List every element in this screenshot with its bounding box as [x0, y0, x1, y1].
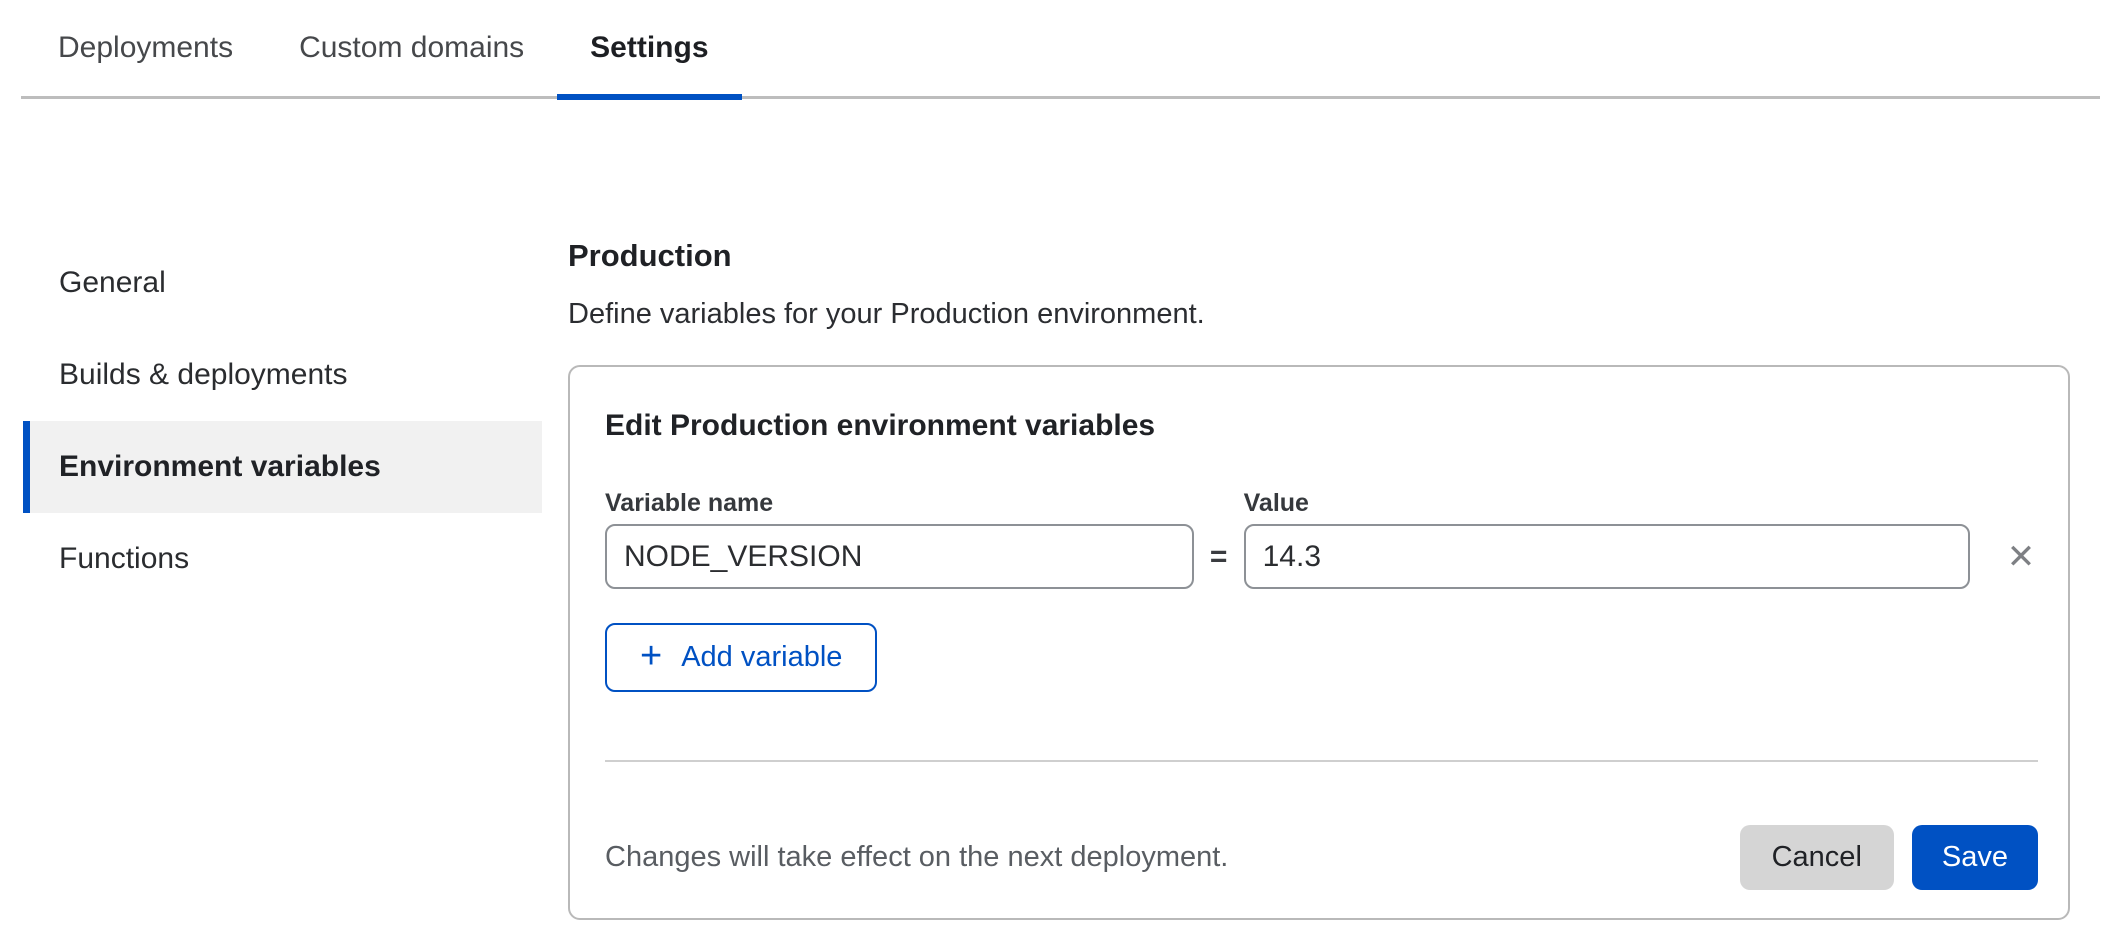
tab-settings[interactable]: Settings	[557, 0, 741, 96]
plus-icon: +	[640, 637, 662, 675]
settings-page: Deployments Custom domains Settings Gene…	[0, 0, 2121, 948]
variable-name-label: Variable name	[605, 488, 1194, 518]
equals-sign: =	[1194, 524, 1244, 589]
footer-note: Changes will take effect on the next dep…	[605, 841, 1228, 874]
variable-value-group: Value	[1244, 488, 1970, 589]
tab-custom-domains[interactable]: Custom domains	[266, 0, 557, 96]
sidebar-item-general[interactable]: General	[23, 237, 542, 329]
sidebar-item-environment-variables[interactable]: Environment variables	[23, 421, 542, 513]
remove-variable-button[interactable]: ✕	[2004, 524, 2038, 589]
card-divider	[605, 760, 2038, 762]
close-icon: ✕	[2007, 540, 2036, 574]
project-tabbar: Deployments Custom domains Settings	[21, 0, 2100, 100]
variable-row: Variable name = Value ✕	[605, 488, 2038, 589]
card-footer: Changes will take effect on the next dep…	[605, 825, 2038, 890]
section-title: Production	[568, 238, 2070, 274]
add-variable-button[interactable]: + Add variable	[605, 623, 877, 692]
variable-value-input[interactable]	[1244, 524, 1970, 589]
sidebar-item-functions[interactable]: Functions	[23, 513, 542, 605]
main-content: Production Define variables for your Pro…	[568, 238, 2070, 920]
card-title: Edit Production environment variables	[605, 408, 2038, 444]
save-button[interactable]: Save	[1912, 825, 2038, 890]
environment-variables-card: Edit Production environment variables Va…	[568, 365, 2070, 920]
add-variable-label: Add variable	[681, 641, 842, 674]
section-description: Define variables for your Production env…	[568, 296, 2070, 332]
variable-name-group: Variable name	[605, 488, 1194, 589]
tabs: Deployments Custom domains Settings	[21, 0, 2100, 96]
sidebar-item-builds-deployments[interactable]: Builds & deployments	[23, 329, 542, 421]
tab-deployments[interactable]: Deployments	[25, 0, 266, 96]
footer-actions: Cancel Save	[1740, 825, 2038, 890]
cancel-button[interactable]: Cancel	[1740, 825, 1894, 890]
settings-sidebar: General Builds & deployments Environment…	[23, 237, 542, 605]
value-label: Value	[1244, 488, 1970, 518]
variable-name-input[interactable]	[605, 524, 1194, 589]
tabbar-divider	[21, 96, 2100, 99]
